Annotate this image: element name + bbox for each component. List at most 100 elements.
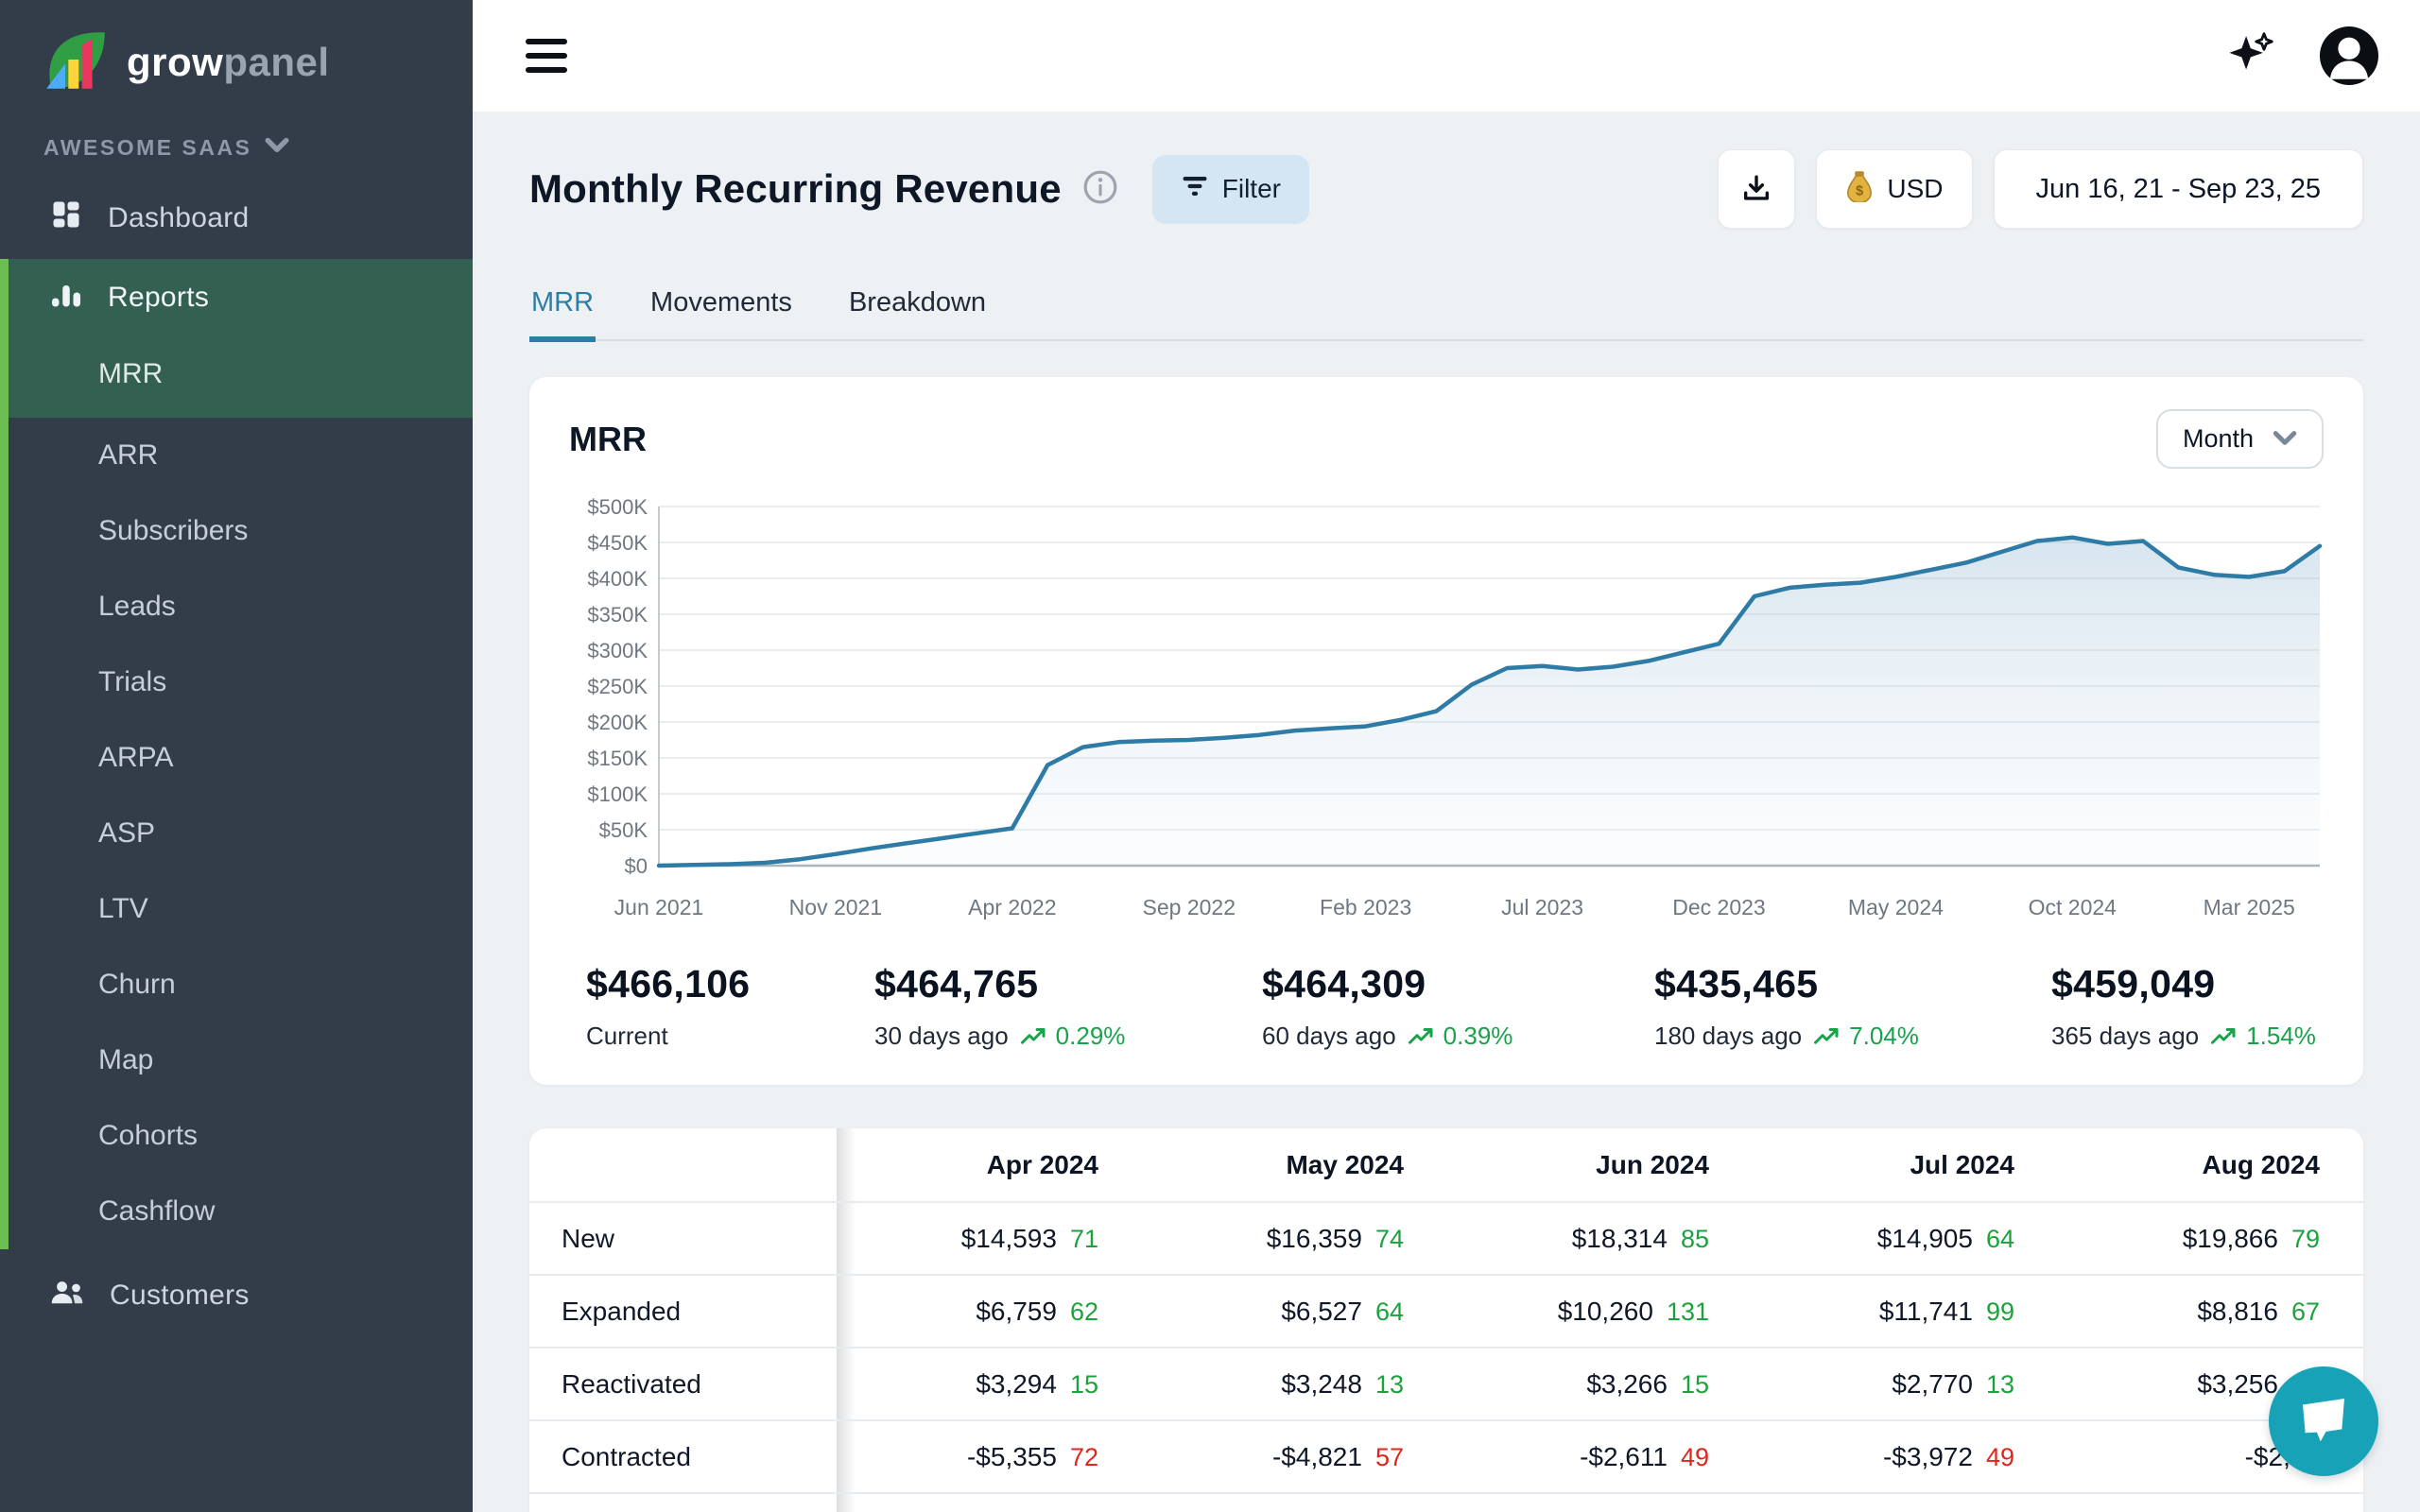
- svg-text:$150K: $150K: [587, 747, 648, 770]
- sidebar-subitem-leads[interactable]: Leads: [0, 569, 473, 644]
- sidebar-subitem-ltv[interactable]: LTV: [0, 871, 473, 947]
- trending-up-icon: [1020, 1025, 1048, 1048]
- table-row-churned: Churned-$11,75650-$13,38657-$17,70772-$1…: [529, 1493, 2363, 1512]
- ai-sparkles-icon[interactable]: [2227, 29, 2276, 83]
- mrr-cell: $14,59371: [837, 1202, 1142, 1275]
- page-title: Monthly Recurring Revenue: [529, 166, 1062, 212]
- sidebar-subitem-trials[interactable]: Trials: [0, 644, 473, 720]
- page-header: Monthly Recurring Revenue Filter: [529, 149, 2363, 229]
- svg-text:$: $: [1856, 183, 1863, 198]
- stat-label: 60 days ago: [1262, 1022, 1396, 1051]
- money-bag-icon: $: [1845, 170, 1874, 209]
- sidebar-subitem-arpa[interactable]: ARPA: [0, 720, 473, 796]
- stat-label: 365 days ago: [2051, 1022, 2199, 1051]
- granularity-select[interactable]: Month: [2156, 409, 2324, 469]
- mrr-movements-table-card: Apr 2024May 2024Jun 2024Jul 2024Aug 2024…: [529, 1128, 2363, 1512]
- export-download-button[interactable]: [1718, 149, 1795, 229]
- table-corner-cell: [529, 1128, 837, 1202]
- sidebar: growpanel AWESOME SAAS Dashboard R: [0, 0, 473, 1512]
- bar-chart-icon: [49, 277, 83, 318]
- svg-text:Nov 2021: Nov 2021: [789, 895, 882, 919]
- report-tabs: MRR Movements Breakdown: [529, 272, 2363, 341]
- sidebar-item-label: Customers: [110, 1280, 250, 1312]
- svg-text:Mar 2025: Mar 2025: [2204, 895, 2295, 919]
- stat-value: $466,106: [586, 962, 874, 1006]
- table-row-expanded: Expanded$6,75962$6,52764$10,260131$11,74…: [529, 1275, 2363, 1348]
- sidebar-item-customers[interactable]: Customers: [0, 1257, 473, 1334]
- info-icon[interactable]: [1082, 169, 1118, 210]
- row-label: Contracted: [529, 1420, 837, 1493]
- mrr-cell: $3,24813: [1142, 1348, 1447, 1420]
- column-header: May 2024: [1142, 1128, 1447, 1202]
- mrr-cell: $3,26615: [1447, 1348, 1753, 1420]
- mrr-cell: $11,74199: [1753, 1275, 2058, 1348]
- stat-delta: 7.04%: [1813, 1022, 1919, 1051]
- tab-breakdown[interactable]: Breakdown: [847, 272, 988, 339]
- trending-up-icon: [1813, 1025, 1841, 1048]
- chat-widget-button[interactable]: [2269, 1366, 2378, 1476]
- row-label: Expanded: [529, 1275, 837, 1348]
- granularity-value: Month: [2183, 424, 2254, 454]
- mrr-cell: -$11,33743: [2058, 1493, 2363, 1512]
- stat-current: $466,106 Current: [586, 962, 874, 1051]
- sidebar-subitem-subscribers[interactable]: Subscribers: [0, 493, 473, 569]
- sidebar-subitem-cashflow[interactable]: Cashflow: [0, 1174, 473, 1249]
- reports-active-zone: Reports MRR: [0, 259, 473, 418]
- page-content: Monthly Recurring Revenue Filter: [473, 112, 2420, 1512]
- sidebar-item-label: Dashboard: [108, 202, 249, 234]
- column-header: Jul 2024: [1753, 1128, 2058, 1202]
- stat-365-days: $459,049 365 days ago 1.54%: [2051, 962, 2316, 1051]
- filter-label: Filter: [1222, 174, 1281, 204]
- tab-movements[interactable]: Movements: [648, 272, 794, 339]
- stat-delta: 0.39%: [1408, 1022, 1513, 1051]
- sidebar-subitem-arr[interactable]: ARR: [0, 418, 473, 493]
- currency-selector-button[interactable]: $ USD: [1816, 149, 1972, 229]
- sidebar-subitem-cohorts[interactable]: Cohorts: [0, 1098, 473, 1174]
- column-header: Apr 2024: [837, 1128, 1142, 1202]
- sidebar-item-reports[interactable]: Reports: [0, 259, 473, 336]
- mrr-cell: $16,35974: [1142, 1202, 1447, 1275]
- tab-mrr[interactable]: MRR: [529, 272, 596, 339]
- mrr-cell: $8,81667: [2058, 1275, 2363, 1348]
- svg-text:$50K: $50K: [599, 818, 648, 842]
- stat-60-days: $464,309 60 days ago 0.39%: [1262, 962, 1654, 1051]
- row-label: Reactivated: [529, 1348, 837, 1420]
- filter-icon: [1181, 174, 1209, 205]
- trending-up-icon: [2210, 1025, 2238, 1048]
- sidebar-subitem-asp[interactable]: ASP: [0, 796, 473, 871]
- stat-30-days: $464,765 30 days ago 0.29%: [874, 962, 1262, 1051]
- user-avatar[interactable]: [2320, 26, 2378, 85]
- mrr-cell: -$2,61149: [1447, 1420, 1753, 1493]
- workspace-switcher[interactable]: AWESOME SAAS: [43, 135, 473, 161]
- mrr-cell: -$13,29156: [1753, 1493, 2058, 1512]
- logo[interactable]: growpanel: [0, 0, 473, 95]
- dashboard-icon: [49, 198, 83, 239]
- sidebar-item-dashboard[interactable]: Dashboard: [0, 180, 473, 257]
- active-section-indicator: [0, 259, 9, 1249]
- mrr-cell: $6,52764: [1142, 1275, 1447, 1348]
- mrr-cell: -$3,97249: [1753, 1420, 2058, 1493]
- chat-bubble-icon: [2294, 1392, 2353, 1452]
- sidebar-subitem-mrr[interactable]: MRR: [0, 336, 473, 412]
- growpanel-logo-icon: [42, 28, 110, 95]
- stat-delta: 0.29%: [1020, 1022, 1126, 1051]
- svg-text:Jul 2023: Jul 2023: [1501, 895, 1583, 919]
- filter-button[interactable]: Filter: [1152, 155, 1309, 224]
- menu-toggle-icon[interactable]: [526, 30, 567, 81]
- svg-text:$200K: $200K: [587, 711, 648, 734]
- stat-180-days: $435,465 180 days ago 7.04%: [1654, 962, 2051, 1051]
- svg-text:Oct 2024: Oct 2024: [2029, 895, 2118, 919]
- stat-value: $459,049: [2051, 962, 2316, 1006]
- sidebar-item-label: Reports: [108, 282, 209, 314]
- mrr-cell: $3,29415: [837, 1348, 1142, 1420]
- svg-text:$300K: $300K: [587, 639, 648, 662]
- sidebar-subitem-churn[interactable]: Churn: [0, 947, 473, 1022]
- date-range-button[interactable]: Jun 16, 21 - Sep 23, 25: [1994, 149, 2364, 229]
- mrr-cell: $14,90564: [1753, 1202, 2058, 1275]
- stat-value: $464,309: [1262, 962, 1654, 1006]
- sidebar-subitem-map[interactable]: Map: [0, 1022, 473, 1098]
- chart-title: MRR: [569, 420, 647, 459]
- svg-text:$350K: $350K: [587, 603, 648, 627]
- table-row-new: New$14,59371$16,35974$18,31485$14,90564$…: [529, 1202, 2363, 1275]
- mrr-cell: -$4,82157: [1142, 1420, 1447, 1493]
